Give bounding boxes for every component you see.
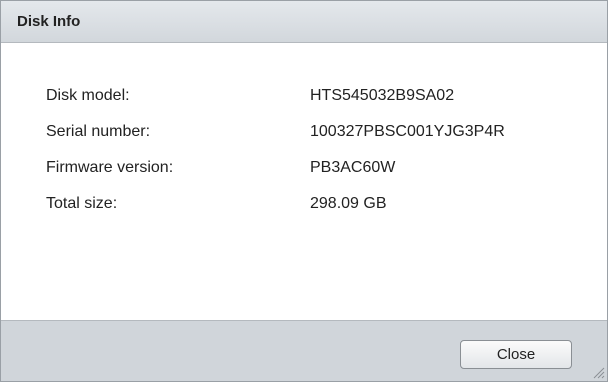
disk-info-content: Disk model: HTS545032B9SA02 Serial numbe… (1, 43, 607, 320)
disk-model-label: Disk model: (46, 87, 130, 104)
disk-model-value: HTS545032B9SA02 (310, 87, 455, 104)
dialog-footer: Close (1, 320, 607, 381)
serial-number-value: 100327PBSC001YJG3P4R (310, 123, 505, 140)
firmware-version-label: Firmware version: (46, 159, 174, 176)
total-size-label: Total size: (46, 195, 118, 212)
disk-info-dialog: Disk Info Disk model: HTS545032B9SA02 Se… (0, 0, 608, 382)
serial-number-label: Serial number: (46, 123, 151, 140)
close-button[interactable]: Close (460, 340, 572, 369)
resize-grip-icon[interactable] (591, 365, 605, 379)
dialog-title-bar[interactable]: Disk Info (1, 1, 607, 43)
total-size-value: 298.09 GB (310, 195, 387, 212)
firmware-version-value: PB3AC60W (310, 159, 396, 176)
dialog-title: Disk Info (17, 13, 81, 30)
